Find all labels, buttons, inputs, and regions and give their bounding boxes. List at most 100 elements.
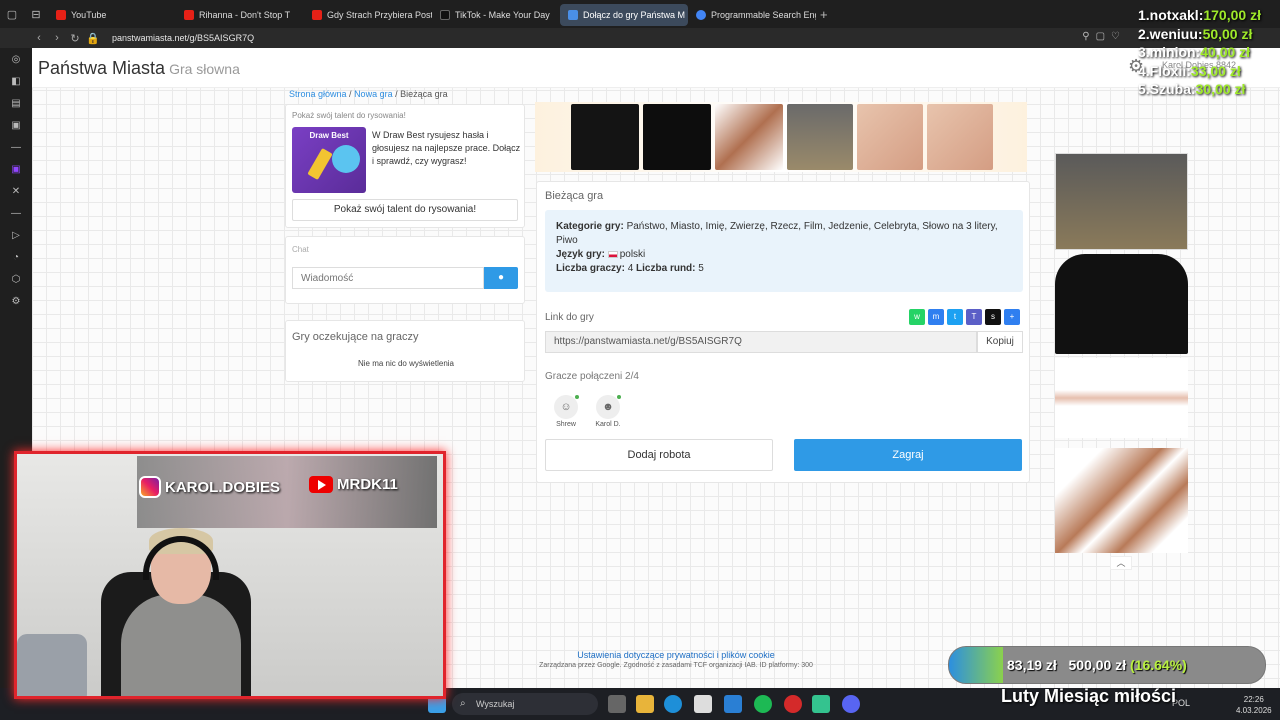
ad-hand-image [927, 104, 993, 170]
back-icon[interactable]: ‹ [30, 32, 48, 44]
twitch-icon[interactable]: ▣ [0, 158, 32, 180]
mail-icon[interactable] [724, 695, 742, 713]
clock-icon[interactable]: ◔ [0, 246, 32, 268]
goal-percent: (16.64%) [1130, 657, 1187, 673]
language-row: Język gry: polski [556, 248, 1012, 262]
browser-menu-icon[interactable]: ▢ [0, 0, 24, 28]
tab-label: YouTube [71, 10, 107, 20]
new-tab-icon[interactable]: + [820, 7, 828, 22]
donor-amount: 33,00 zł [1190, 62, 1241, 79]
task-view-icon[interactable] [608, 695, 626, 713]
drawbest-image[interactable]: Draw Best [292, 127, 366, 193]
compass-icon[interactable]: ◎ [0, 48, 32, 70]
divider-icon: — [11, 207, 21, 219]
instagram-handle: KAROL.DOBIES [139, 476, 280, 498]
language-value: polski [619, 249, 646, 260]
opera-icon[interactable] [784, 695, 802, 713]
share-plus-icon[interactable]: + [1004, 309, 1020, 325]
streamer-image [121, 528, 241, 696]
box-icon[interactable]: ▢ [1096, 31, 1105, 42]
teams-icon[interactable]: T [966, 309, 982, 325]
x-icon[interactable]: ✕ [0, 180, 32, 202]
youtube-icon [56, 10, 66, 20]
donor-name: 3.minion: [1138, 44, 1201, 60]
breadcrumb-home[interactable]: Strona główna [289, 89, 347, 99]
whatsapp-icon[interactable]: w [909, 309, 925, 325]
tab-overview-icon[interactable]: ⊟ [24, 0, 48, 28]
messenger-icon[interactable]: ▣ [0, 114, 32, 136]
twitter-icon[interactable]: t [947, 309, 963, 325]
tab-label: Programmable Search Eng [711, 10, 816, 20]
privacy-link[interactable]: Ustawienia dotyczące prywatności i plikó… [476, 650, 876, 660]
donation-goal-bar: 83,19 zł 500,00 zł (16.64%) [948, 646, 1266, 684]
browser-tab[interactable]: Gdy Strach Przybiera Post [304, 4, 432, 26]
player-item[interactable]: ☺ Shrew [551, 395, 581, 428]
copy-button[interactable]: Kopiuj [977, 331, 1023, 353]
player-item[interactable]: ☻ Karol D. [593, 395, 623, 428]
messenger-icon[interactable]: m [928, 309, 944, 325]
cloth-image [17, 634, 87, 696]
ad-tshirt-image[interactable] [1055, 254, 1188, 354]
ad-banner-top[interactable] [535, 102, 1027, 172]
browser-tab[interactable]: Rihanna - Don't Stop T [176, 4, 304, 26]
edge-icon[interactable] [664, 695, 682, 713]
snapchat-icon[interactable]: s [985, 309, 1001, 325]
tab-label: Rihanna - Don't Stop T [199, 10, 291, 20]
reload-icon[interactable]: ↻ [66, 32, 84, 45]
ad-hand-image[interactable] [1055, 358, 1188, 438]
ad-socks-image[interactable] [1055, 448, 1188, 553]
taskbar-search[interactable]: ⌕ Wyszukaj [452, 693, 598, 715]
breadcrumb-new-game[interactable]: Nowa gra [354, 89, 393, 99]
link-title: Link do gry [545, 312, 594, 323]
spotify-icon[interactable] [754, 695, 772, 713]
search-icon: ⌕ [460, 698, 466, 709]
divider-icon: — [11, 141, 21, 153]
system-clock[interactable]: 22:26 4.03.2026 [1236, 694, 1272, 716]
forward-icon[interactable]: › [48, 32, 66, 44]
ad-tshirt-image [571, 104, 639, 170]
settings-icon[interactable]: ⚙ [0, 290, 32, 312]
bag-icon[interactable]: ◧ [0, 70, 32, 92]
ad-backpack-image[interactable] [1055, 153, 1188, 250]
play-button[interactable]: Zagraj [794, 439, 1022, 471]
site-logo[interactable]: Państwa Miasta Gra słowna [38, 58, 240, 79]
drawbest-button[interactable]: Pokaż swój talent do rysowania! [292, 199, 518, 221]
browser-tab-active[interactable]: Dołącz do gry Państwa M [560, 4, 688, 26]
game-link-field[interactable]: https://panstwamiasta.net/g/BS5AISGR7Q [545, 331, 977, 353]
privacy-footer: Ustawienia dotyczące prywatności i plikó… [476, 650, 876, 669]
browser-tab[interactable]: Programmable Search Eng [688, 4, 816, 26]
tab-label: Gdy Strach Przybiera Post [327, 10, 432, 20]
store-icon[interactable] [694, 695, 712, 713]
user-icon: ☻ [602, 401, 614, 413]
chat-input[interactable] [292, 267, 484, 289]
heart-icon[interactable]: ♡ [1111, 31, 1120, 42]
drawbest-title: Pokaż swój talent do rysowania! [292, 111, 406, 120]
drawbest-card: Pokaż swój talent do rysowania! Draw Bes… [285, 104, 525, 228]
goal-current: 83,19 zł [1007, 657, 1057, 673]
leaderboard-row: 3.minion:40,00 zł [1138, 43, 1278, 62]
address-bar: ‹ › ↻ 🔒 panstwamiasta.net/g/BS5AISGR7Q ⚲… [0, 28, 1280, 48]
pin-icon[interactable]: ⚲ [1082, 31, 1089, 42]
browser-tab[interactable]: TikTok - Make Your Day [432, 4, 560, 26]
browser-tab[interactable]: YouTube [48, 4, 176, 26]
cube-icon[interactable]: ⬡ [0, 268, 32, 290]
donation-goal-text: 83,19 zł 500,00 zł (16.64%) [1007, 657, 1187, 673]
player-icon[interactable]: ▷ [0, 224, 32, 246]
discord-icon[interactable] [842, 695, 860, 713]
online-status-icon [575, 395, 579, 399]
players-value: 4 [627, 263, 634, 274]
app-icon[interactable] [812, 695, 830, 713]
donor-amount: 30,00 zł [1195, 81, 1246, 97]
site-title: Państwa Miasta [38, 58, 166, 78]
url-field[interactable]: panstwamiasta.net/g/BS5AISGR7Q [112, 33, 254, 43]
chat-send-button[interactable]: ● [484, 267, 518, 289]
google-icon [696, 10, 706, 20]
online-status-icon [617, 395, 621, 399]
folder-icon[interactable] [636, 695, 654, 713]
user-icon: ☺ [560, 401, 572, 413]
avatar: ☻ [596, 395, 621, 419]
poland-flag-icon [607, 250, 618, 258]
gamepad-icon[interactable]: ▤ [0, 92, 32, 114]
chevron-up-icon[interactable]: ︿ [1110, 556, 1132, 570]
add-robot-button[interactable]: Dodaj robota [545, 439, 773, 471]
